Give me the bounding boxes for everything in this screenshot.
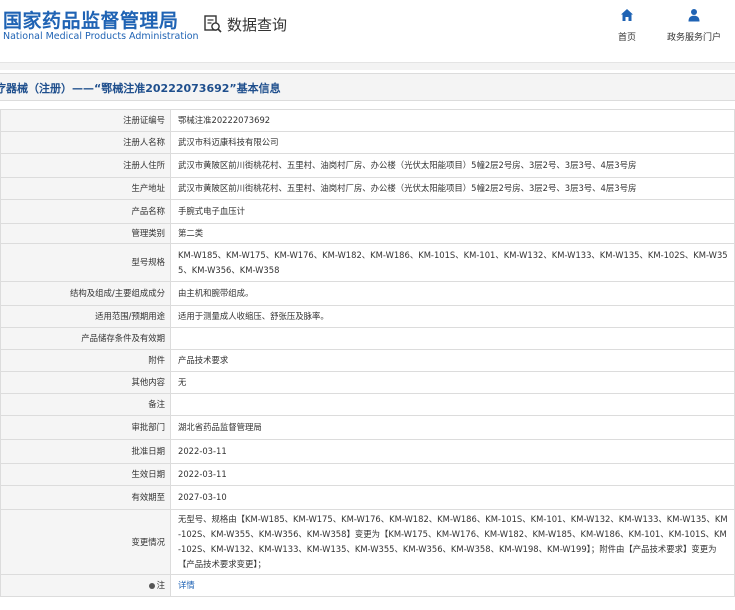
field-value: 2027-03-10 xyxy=(170,485,735,510)
table-row: 适用范围/预期用途 适用于测量成人收缩压、舒张压及脉率。 xyxy=(0,305,735,328)
nav-home-label: 首页 xyxy=(617,33,636,43)
field-label: 产品储存条件及有效期 xyxy=(0,327,171,350)
field-label: 生效日期 xyxy=(0,463,171,486)
table-row: 管理类别 第二类 xyxy=(0,223,735,244)
table-row: 批准日期 2022-03-11 xyxy=(0,439,735,464)
nav-service-portal[interactable]: 政务服务门户 xyxy=(659,8,729,44)
field-value: 武汉市科迈康科技有限公司 xyxy=(170,131,735,154)
field-label: 产品名称 xyxy=(0,199,171,224)
table-row: 有效期至 2027-03-10 xyxy=(0,485,735,510)
field-value: 无型号、规格由【KM-W185、KM-W175、KM-W176、KM-W182、… xyxy=(170,509,735,575)
field-label: 适用范围/预期用途 xyxy=(0,305,171,328)
table-row: 注册人住所 武汉市黄陂区前川街桃花村、五里村、油岗村厂房、办公楼（光伏太阳能项目）… xyxy=(0,153,735,178)
nav-portal-label: 政务服务门户 xyxy=(666,33,721,43)
note-value-cell: 详情 xyxy=(170,574,735,597)
table-row: 产品储存条件及有效期 xyxy=(0,327,735,350)
field-label: 注册人住所 xyxy=(0,153,171,178)
field-label: 注册人名称 xyxy=(0,131,171,154)
field-label: 批准日期 xyxy=(0,439,171,464)
table-row: 结构及组成/主要组成成分 由主机和腕带组成。 xyxy=(0,281,735,306)
field-label: 管理类别 xyxy=(0,223,171,244)
field-value: 无 xyxy=(170,371,735,394)
field-value: KM-W185、KM-W175、KM-W176、KM-W182、KM-W186、… xyxy=(170,243,735,282)
table-row: 产品名称 手腕式电子血压计 xyxy=(0,199,735,224)
logo-title-cn[interactable]: 国家药品监督管理局 xyxy=(3,6,179,33)
field-value: 2022-03-11 xyxy=(170,439,735,464)
data-query-link[interactable]: 数据查询 xyxy=(203,12,287,36)
data-query-icon xyxy=(204,15,222,33)
details-link[interactable]: 详情 xyxy=(178,580,195,590)
page-title-bar: 疗器械（注册）——“鄂械注准20222073692”基本信息 xyxy=(0,73,735,101)
field-label: 注册证编号 xyxy=(0,109,171,132)
field-label: 备注 xyxy=(0,393,171,416)
field-label: 生产地址 xyxy=(0,177,171,200)
nav-home[interactable]: 首页 xyxy=(592,8,662,44)
table-row-note: 注 详情 xyxy=(0,574,735,597)
field-value: 第二类 xyxy=(170,223,735,244)
bullet-icon xyxy=(148,582,155,589)
detail-table: 注册证编号 鄂械注准20222073692 注册人名称 武汉市科迈康科技有限公司 注册人… xyxy=(0,109,735,597)
field-label: 审批部门 xyxy=(0,415,171,440)
field-value: 适用于测量成人收缩压、舒张压及脉率。 xyxy=(170,305,735,328)
table-row: 注册人名称 武汉市科迈康科技有限公司 xyxy=(0,131,735,154)
table-row: 审批部门 湖北省药品监督管理局 xyxy=(0,415,735,440)
field-value: 手腕式电子血压计 xyxy=(170,199,735,224)
field-label: 结构及组成/主要组成成分 xyxy=(0,281,171,306)
logo-title-en[interactable]: National Medical Products Administration xyxy=(3,31,199,42)
note-label-cell: 注 xyxy=(0,574,171,597)
site-header: 国家药品监督管理局 National Medical Products Admi… xyxy=(0,0,735,62)
header-divider xyxy=(0,62,735,70)
user-icon xyxy=(688,9,700,22)
field-value: 武汉市黄陂区前川街桃花村、五里村、油岗村厂房、办公楼（光伏太阳能项目）5幢2层2… xyxy=(170,177,735,200)
table-row: 型号规格 KM-W185、KM-W175、KM-W176、KM-W182、KM-W… xyxy=(0,243,735,282)
field-label: 有效期至 xyxy=(0,485,171,510)
field-label: 其他内容 xyxy=(0,371,171,394)
table-row: 变更情况 无型号、规格由【KM-W185、KM-W175、KM-W176、KM-W… xyxy=(0,509,735,575)
table-row: 注册证编号 鄂械注准20222073692 xyxy=(0,109,735,132)
field-value xyxy=(170,327,735,350)
field-label: 变更情况 xyxy=(0,509,171,575)
field-value: 由主机和腕带组成。 xyxy=(170,281,735,306)
field-value: 武汉市黄陂区前川街桃花村、五里村、油岗村厂房、办公楼（光伏太阳能项目）5幢2层2… xyxy=(170,153,735,178)
table-row: 附件 产品技术要求 xyxy=(0,349,735,372)
field-value: 湖北省药品监督管理局 xyxy=(170,415,735,440)
table-row: 生效日期 2022-03-11 xyxy=(0,463,735,486)
table-row: 其他内容无 xyxy=(0,371,735,394)
data-query-label: 数据查询 xyxy=(227,15,288,34)
field-value: 2022-03-11 xyxy=(170,463,735,486)
table-row: 备注 xyxy=(0,393,735,416)
field-label: 型号规格 xyxy=(0,243,171,282)
field-label: 附件 xyxy=(0,349,171,372)
field-value: 产品技术要求 xyxy=(170,349,735,372)
field-value xyxy=(170,393,735,416)
note-label: 注 xyxy=(156,580,165,590)
field-value: 鄂械注准20222073692 xyxy=(170,109,735,132)
page-title: 疗器械（注册）——“鄂械注准20222073692”基本信息 xyxy=(0,82,281,95)
home-icon xyxy=(621,9,633,21)
table-row: 生产地址 武汉市黄陂区前川街桃花村、五里村、油岗村厂房、办公楼（光伏太阳能项目）5… xyxy=(0,177,735,200)
